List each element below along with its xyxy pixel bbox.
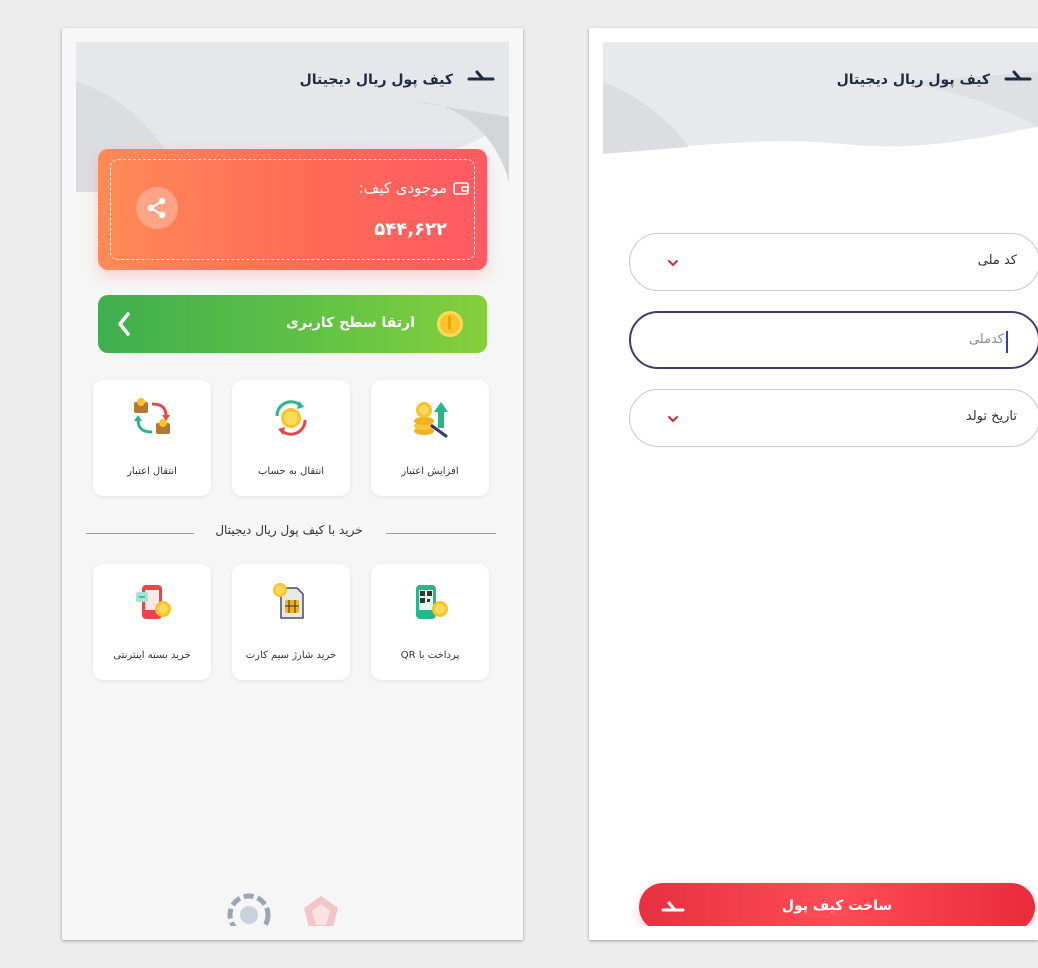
divider-line	[386, 533, 496, 534]
field-placeholder: کدملی	[968, 332, 1004, 347]
internet-package-tile[interactable]: خرید بسته اینترنتی	[93, 564, 211, 680]
upgrade-label: ارتقا سطح کاربری	[286, 315, 415, 331]
share-button[interactable]	[136, 187, 178, 229]
increase-credit-tile[interactable]: افزایش اعتبار	[371, 380, 489, 496]
text-cursor	[1006, 331, 1008, 353]
tile-label: خرید بسته اینترنتی	[113, 650, 191, 661]
info-coin-icon	[437, 311, 463, 337]
sim-charge-icon	[273, 583, 304, 619]
chevron-down-icon	[668, 260, 678, 267]
tile-label: انتقال به حساب	[257, 466, 324, 477]
tile-label: انتقال اعتبار	[127, 466, 177, 477]
tile-label: خرید شارژ سیم کارت	[245, 650, 337, 661]
transfer-to-account-icon	[275, 400, 307, 436]
wallet-balance-amount: ۵۴۴,۶۲۲	[374, 219, 447, 240]
back-arrow-icon[interactable]	[465, 66, 497, 86]
create-wallet-screen: کیف پول ریال دیجیتال کد ملی کدملی تاریخ …	[589, 28, 1038, 940]
bank-logo-icon	[227, 893, 271, 926]
partner-logo-icon	[304, 896, 338, 926]
wallet-balance-label: موجودی کیف:	[358, 179, 447, 197]
screen-content: کیف پول ریال دیجیتال موجودی کیف: ۵۴۴,۶۲۲	[76, 42, 509, 926]
screen-content: کیف پول ریال دیجیتال کد ملی کدملی تاریخ …	[603, 42, 1038, 926]
upgrade-user-level-button[interactable]: ارتقا سطح کاربری	[98, 295, 487, 353]
field-label: کد ملی	[977, 253, 1017, 268]
national-code-input[interactable]: کدملی	[629, 311, 1038, 369]
page-title: کیف پول ریال دیجیتال	[836, 72, 990, 88]
transfer-credit-icon	[134, 398, 170, 434]
create-wallet-button[interactable]: ساخت کیف پول	[639, 883, 1035, 926]
header-background	[603, 42, 1038, 192]
transfer-credit-tile[interactable]: انتقال اعتبار	[93, 380, 211, 496]
wallet-balance-card: موجودی کیف: ۵۴۴,۶۲۲	[98, 149, 487, 270]
page-title: کیف پول ریال دیجیتال	[299, 72, 453, 88]
birth-date-select[interactable]: تاریخ تولد	[629, 389, 1038, 447]
tile-label: پرداخت با QR	[400, 650, 460, 661]
national-code-select[interactable]: کد ملی	[629, 233, 1038, 291]
back-arrow-icon[interactable]	[1002, 66, 1034, 86]
qr-payment-tile[interactable]: پرداخت با QR	[371, 564, 489, 680]
wallet-icon	[453, 182, 469, 195]
internet-package-icon	[136, 585, 171, 619]
main-wallet-screen: کیف پول ریال دیجیتال موجودی کیف: ۵۴۴,۶۲۲	[62, 28, 523, 940]
tile-label: افزایش اعتبار	[401, 466, 459, 477]
back-arrow-icon	[661, 901, 685, 912]
chevron-left-icon	[118, 312, 130, 336]
transfer-to-account-tile[interactable]: انتقال به حساب	[232, 380, 350, 496]
qr-payment-icon	[416, 585, 448, 619]
share-icon	[147, 197, 166, 219]
chevron-down-icon	[668, 416, 678, 423]
increase-credit-icon	[414, 402, 448, 438]
divider-line	[86, 533, 194, 534]
sim-charge-tile[interactable]: خرید شارژ سیم کارت	[232, 564, 350, 680]
create-wallet-label: ساخت کیف پول	[781, 898, 893, 914]
field-label: تاریخ تولد	[965, 409, 1017, 424]
section-title: خرید با کیف پول ریال دیجیتال	[215, 523, 363, 537]
